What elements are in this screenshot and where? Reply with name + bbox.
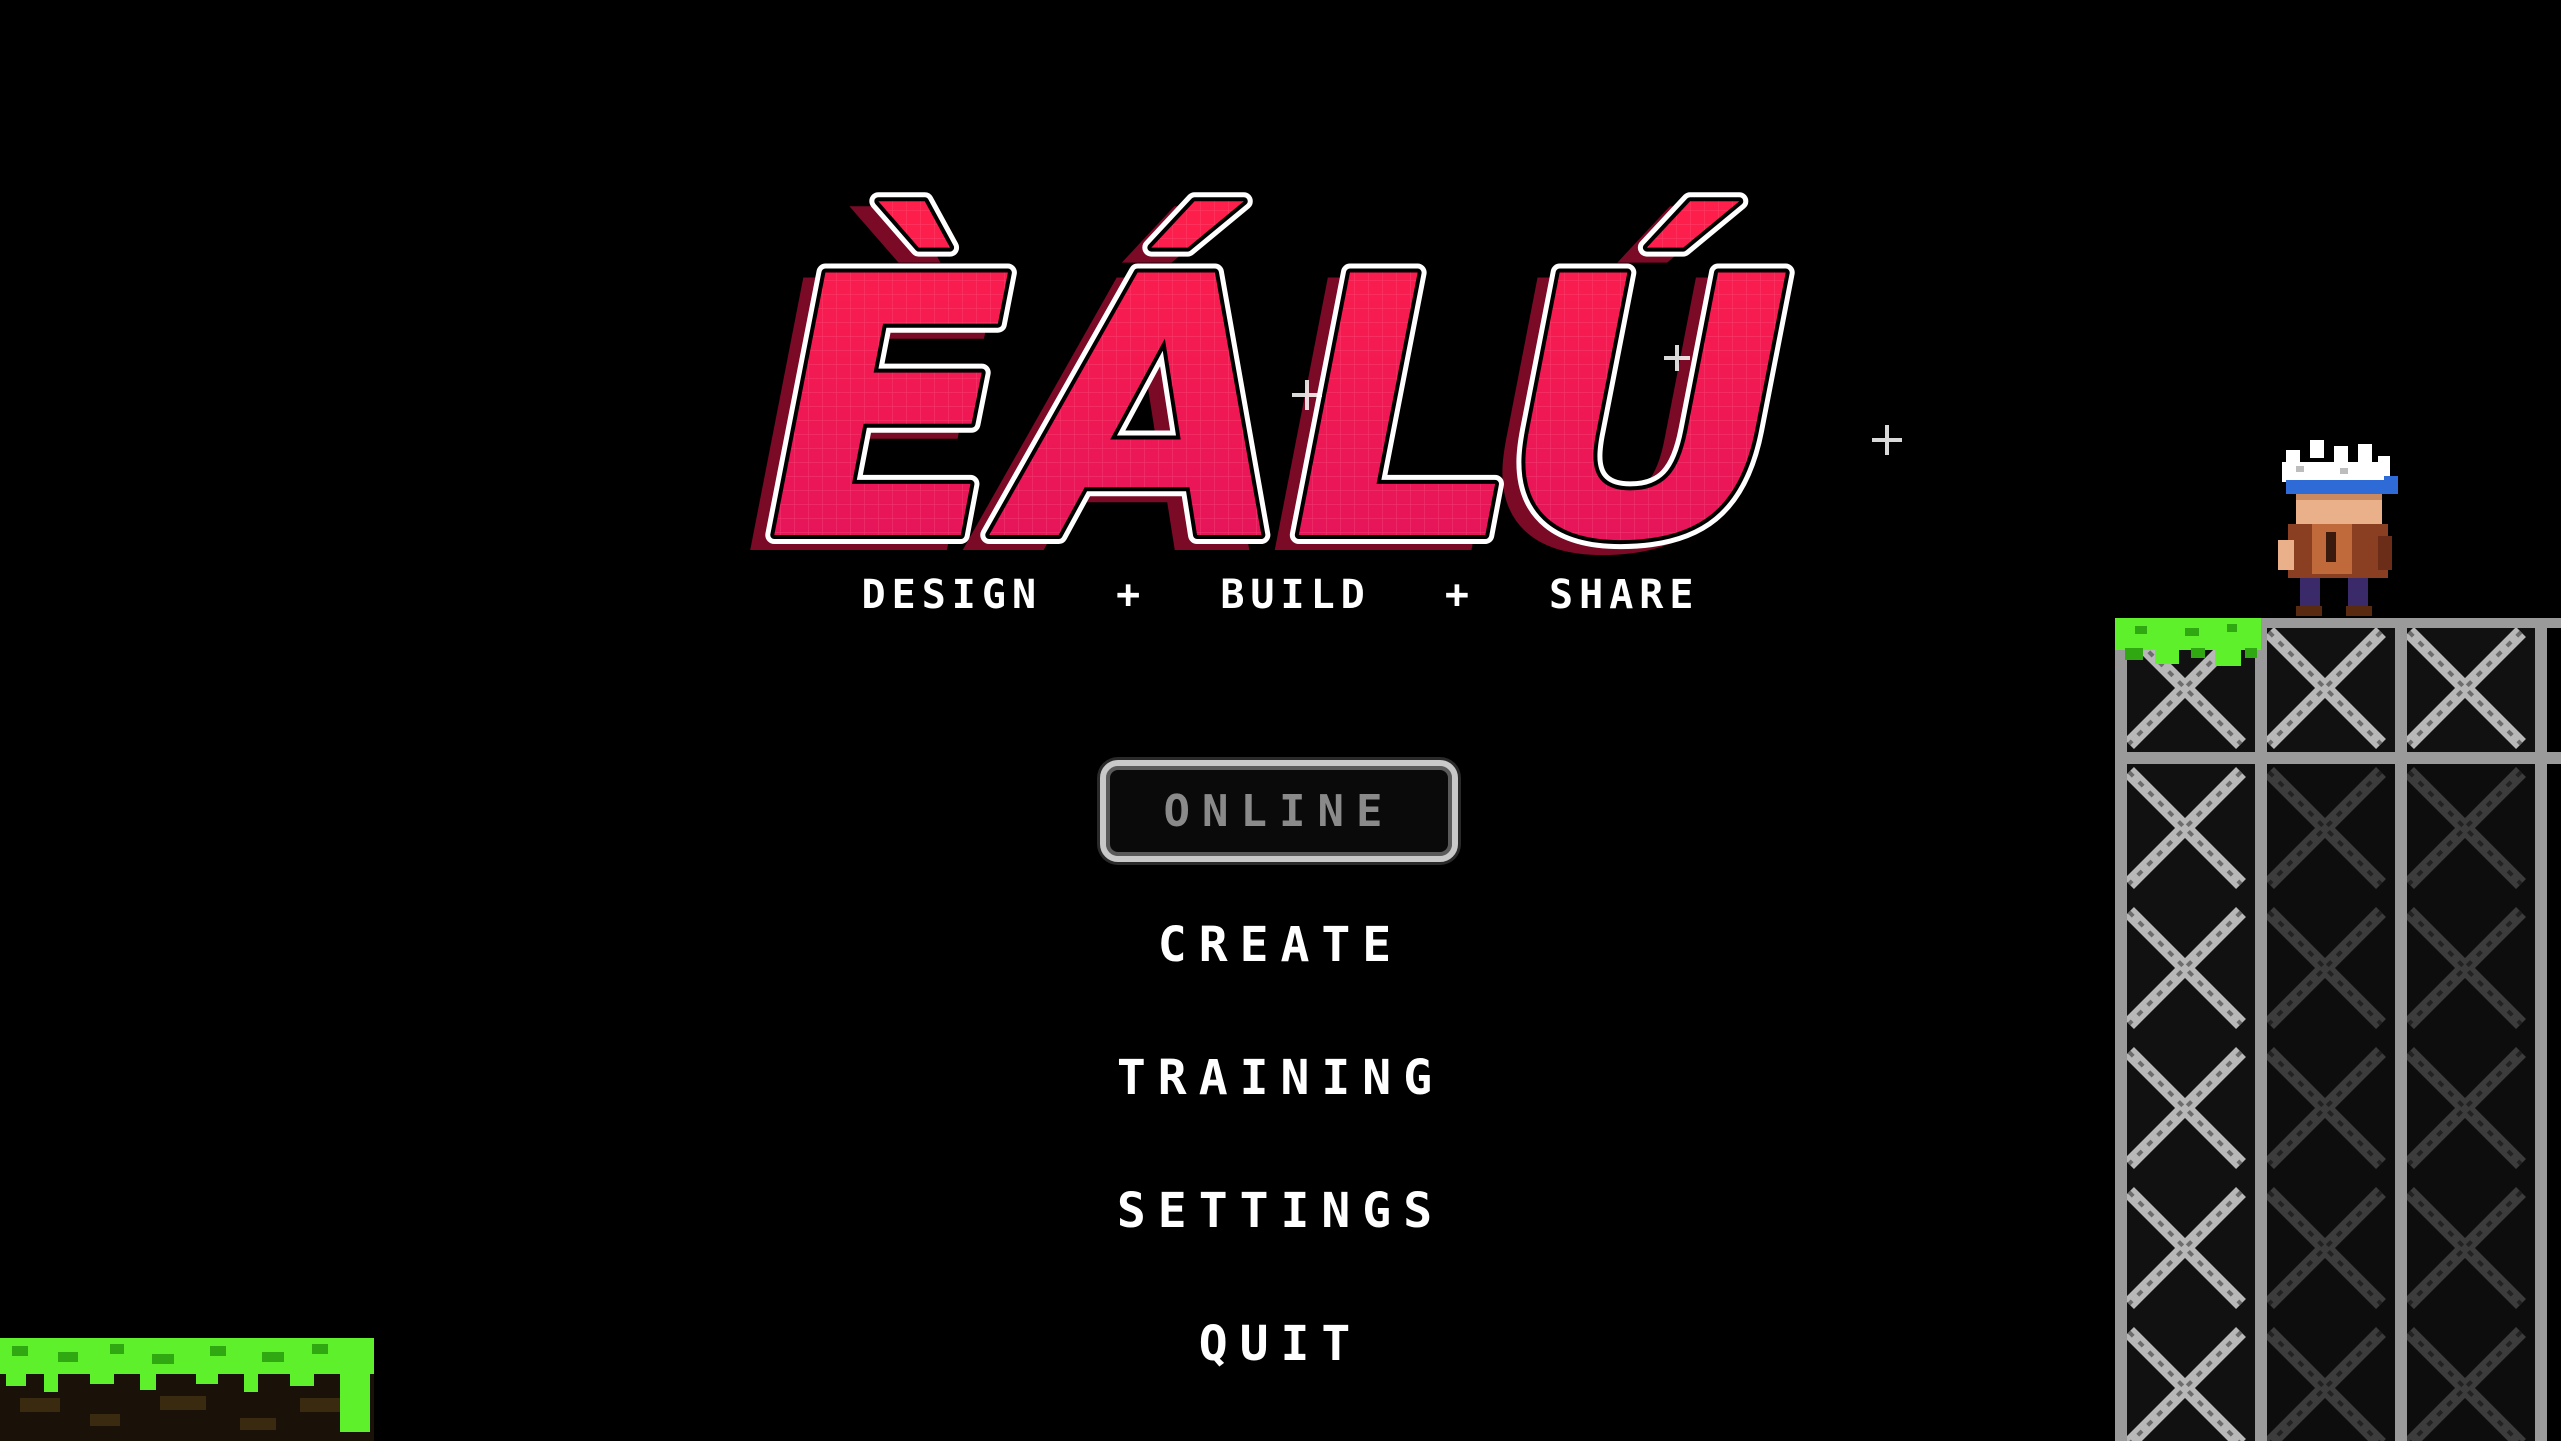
menu-training-label: TRAINING: [1116, 1050, 1445, 1106]
menu-online-label: ONLINE: [1163, 785, 1395, 837]
menu-create-label: CREATE: [1157, 917, 1404, 973]
tagline-build: BUILD: [1220, 572, 1371, 618]
tagline-share: SHARE: [1549, 572, 1700, 618]
scaffold-tower: [2115, 618, 2561, 1441]
game-logo: ÈÁLÚ ÈÁLÚ ÈÁLÚ ÈÁLÚ ÈÁLÚ: [744, 189, 1902, 581]
menu-quit-label: QUIT: [1198, 1316, 1363, 1372]
tagline: DESIGN + BUILD + SHARE: [0, 572, 2561, 618]
tagline-separator: +: [1444, 572, 1475, 618]
logo-grid-overlay: ÈÁLÚ: [767, 198, 1794, 581]
grass-platform: [0, 1338, 374, 1441]
tagline-design: DESIGN: [861, 572, 1043, 618]
tagline-separator: +: [1116, 572, 1147, 618]
player-character-icon: [2278, 440, 2398, 616]
menu-settings-label: SETTINGS: [1116, 1183, 1445, 1239]
menu-online-button[interactable]: ONLINE: [1100, 760, 1458, 862]
